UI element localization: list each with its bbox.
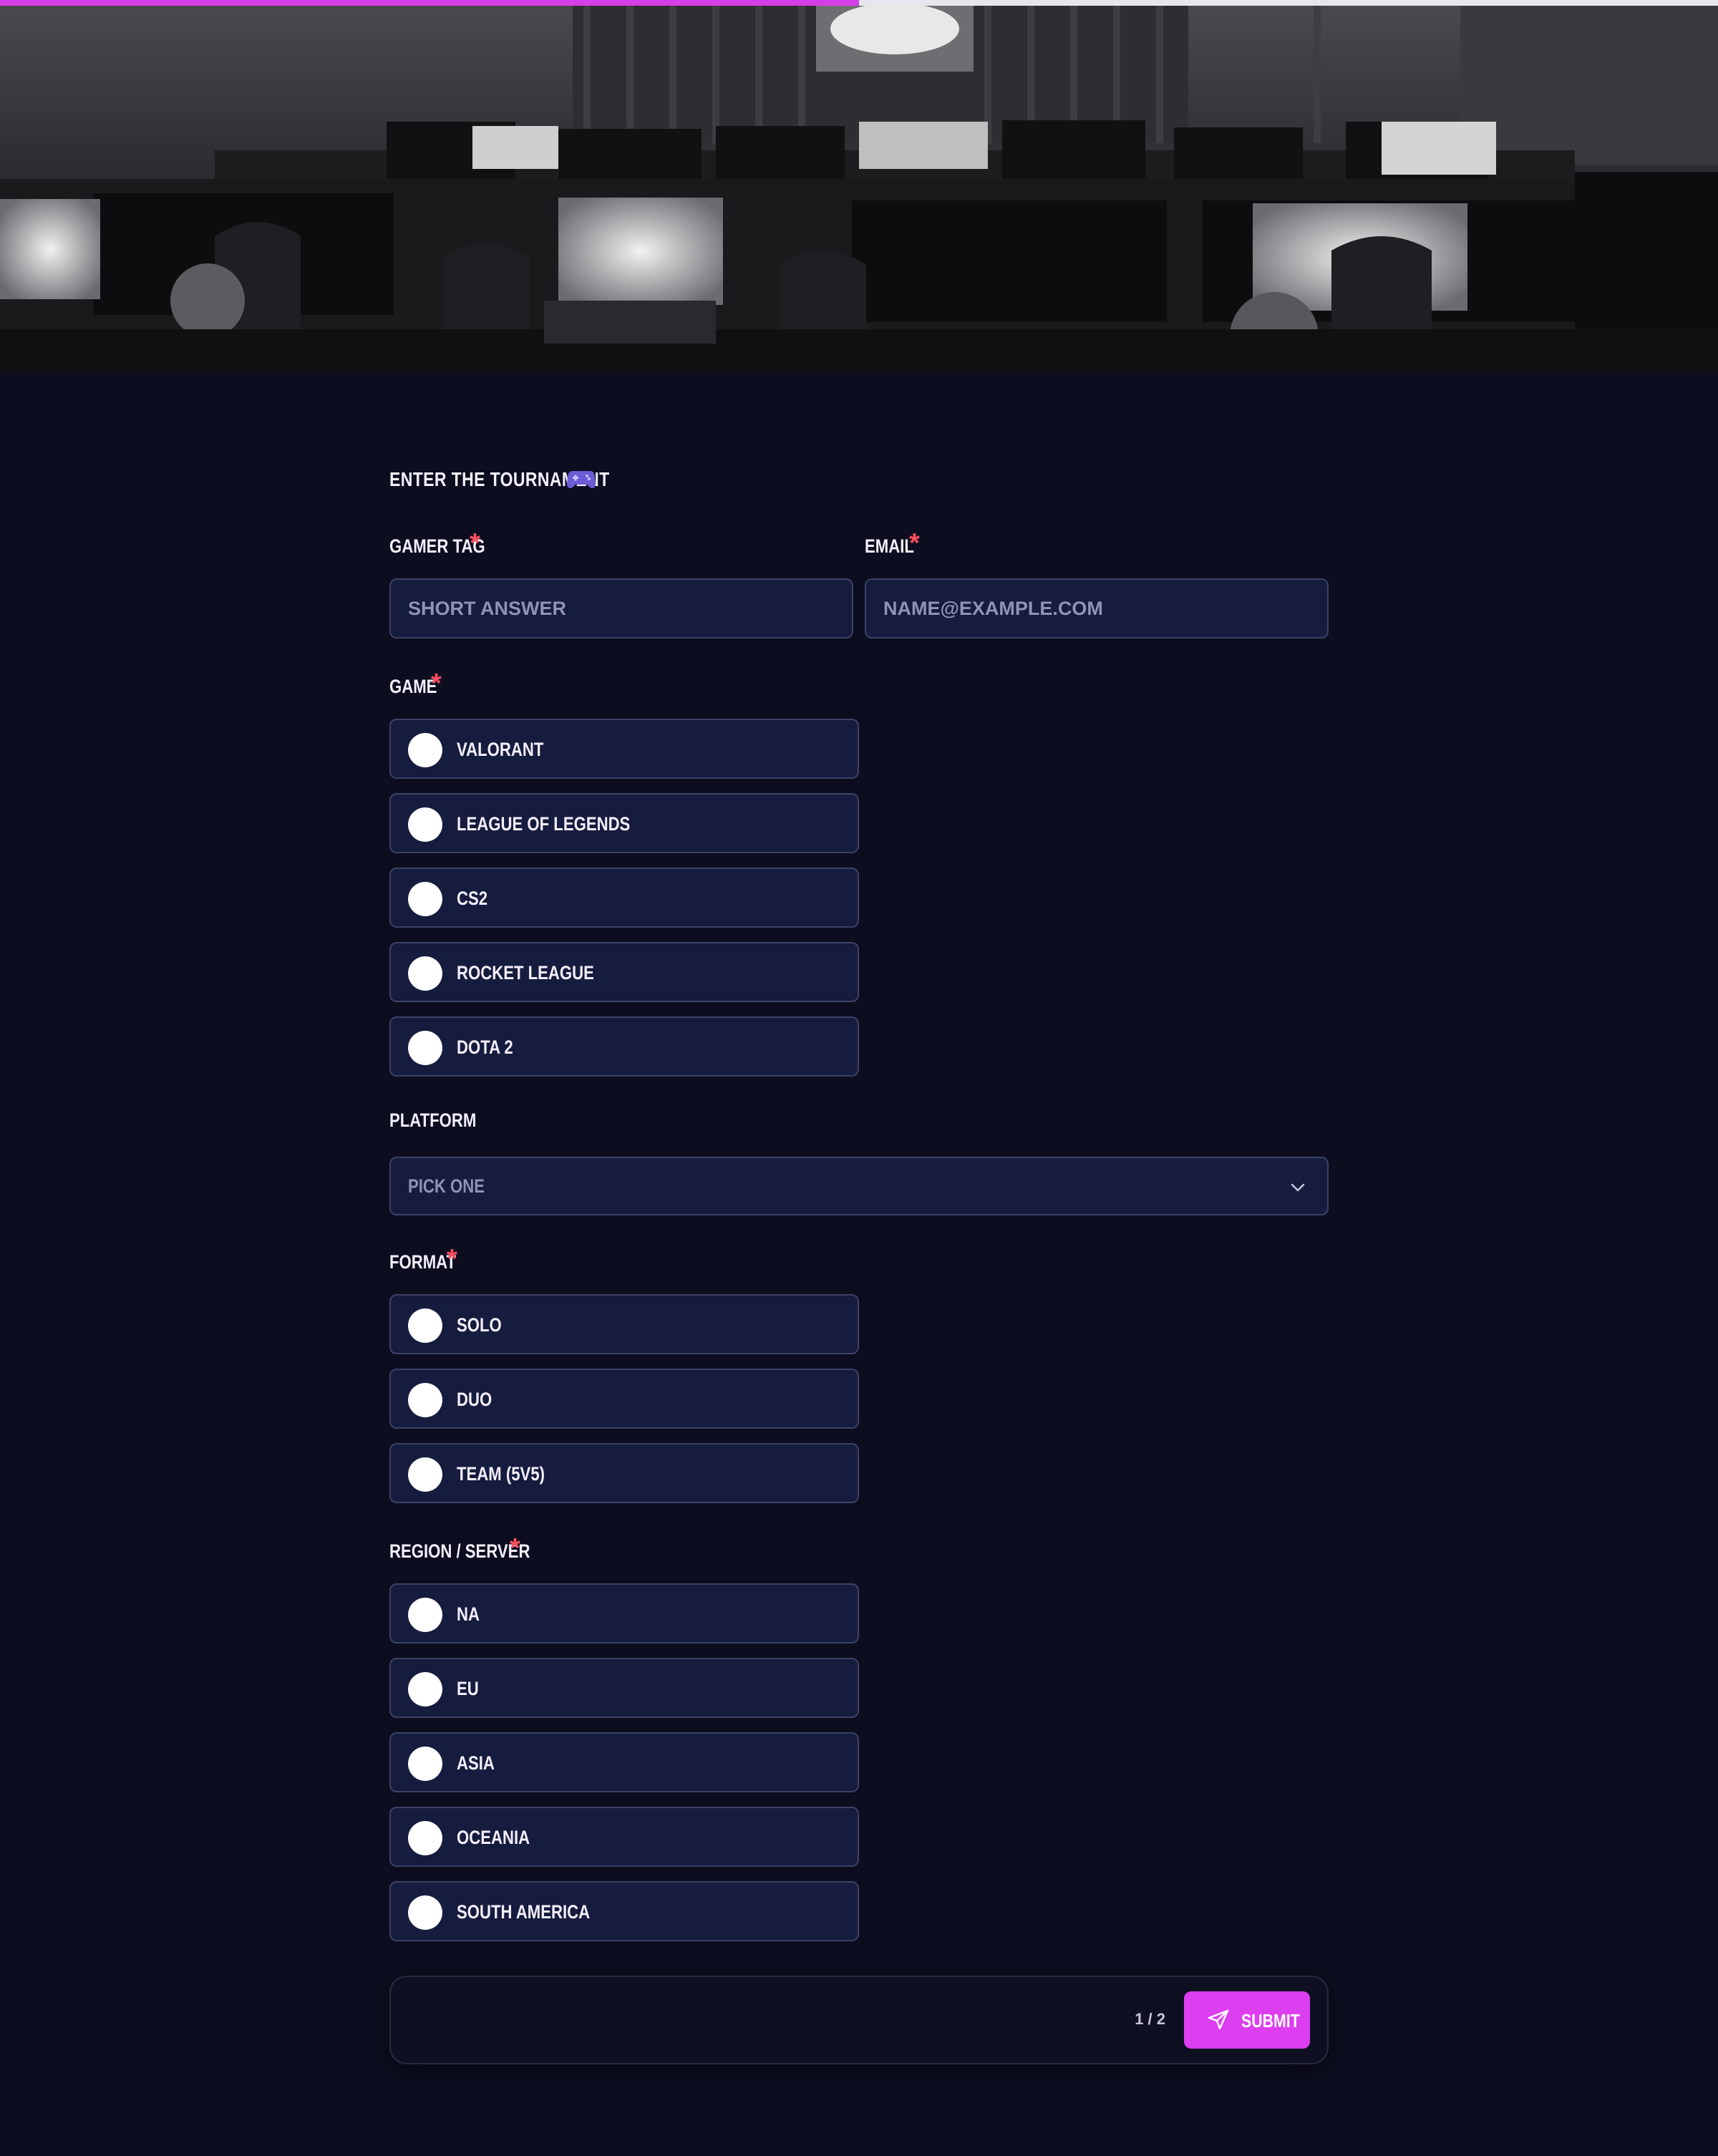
game-controller-icon (567, 471, 596, 488)
radio-option-label: SOLO (457, 1314, 502, 1336)
email-required-marker: * (909, 528, 920, 558)
region-option-asia[interactable]: ASIA (389, 1732, 859, 1792)
region-required-marker: * (510, 1533, 520, 1563)
page-indicator: 1 / 2 (1135, 2010, 1165, 2028)
game-label: GAME (389, 676, 437, 697)
radio-button[interactable] (408, 1895, 442, 1930)
region-option-south-america[interactable]: SOUTH AMERICA (389, 1881, 859, 1941)
game-required-marker: * (431, 669, 442, 699)
radio-option-label: LEAGUE OF LEGENDS (457, 813, 631, 835)
region-label: REGION / SERVER (389, 1540, 530, 1562)
radio-button[interactable] (408, 1383, 442, 1417)
platform-select-value: PICK ONE (408, 1175, 485, 1197)
form-footer-bar: 1 / 2 SUBMIT (389, 1976, 1329, 2064)
email-input[interactable] (865, 578, 1329, 638)
game-option-league-of-legends[interactable]: LEAGUE OF LEGENDS (389, 793, 859, 853)
radio-option-label: DOTA 2 (457, 1036, 513, 1058)
radio-button[interactable] (408, 733, 442, 767)
game-option-valorant[interactable]: VALORANT (389, 719, 859, 779)
radio-option-label: NA (457, 1603, 480, 1625)
gamer-tag-input[interactable] (389, 578, 853, 638)
hero-image (0, 0, 1718, 372)
region-option-eu[interactable]: EU (389, 1658, 859, 1718)
radio-option-label: EU (457, 1678, 479, 1699)
platform-label: PLATFORM (389, 1109, 477, 1131)
radio-button[interactable] (408, 1598, 442, 1632)
format-option-duo[interactable]: DUO (389, 1369, 859, 1429)
radio-option-label: TEAM (5V5) (457, 1463, 545, 1485)
radio-option-label: ASIA (457, 1752, 495, 1774)
format-required-marker: * (447, 1244, 457, 1274)
radio-button[interactable] (408, 882, 442, 916)
chevron-down-icon (1291, 1183, 1305, 1192)
radio-button[interactable] (408, 956, 442, 991)
radio-button[interactable] (408, 1747, 442, 1781)
radio-option-label: ROCKET LEAGUE (457, 962, 594, 984)
submit-button-label: SUBMIT (1241, 2010, 1300, 2031)
region-option-na[interactable]: NA (389, 1583, 859, 1643)
platform-select[interactable]: PICK ONE (389, 1157, 1329, 1215)
submit-button[interactable]: SUBMIT (1184, 1991, 1310, 2049)
radio-option-label: CS2 (457, 888, 488, 909)
form-progress-bar (0, 0, 1718, 6)
format-option-team-5v5[interactable]: TEAM (5V5) (389, 1443, 859, 1503)
game-option-cs2[interactable]: CS2 (389, 868, 859, 928)
radio-option-label: SOUTH AMERICA (457, 1901, 591, 1923)
send-icon (1208, 2009, 1229, 2030)
gaming-arena-photo (0, 0, 1718, 372)
radio-button[interactable] (408, 1821, 442, 1855)
progress-fill (0, 0, 859, 6)
game-option-rocket-league[interactable]: ROCKET LEAGUE (389, 942, 859, 1002)
format-option-solo[interactable]: SOLO (389, 1294, 859, 1354)
radio-option-label: OCEANIA (457, 1827, 530, 1848)
email-label: EMAIL (865, 535, 914, 557)
radio-button[interactable] (408, 807, 442, 842)
game-option-dota-2[interactable]: DOTA 2 (389, 1016, 859, 1077)
radio-option-label: DUO (457, 1389, 492, 1410)
gamer-tag-required-marker: * (470, 528, 480, 558)
region-option-oceania[interactable]: OCEANIA (389, 1807, 859, 1867)
radio-button[interactable] (408, 1457, 442, 1492)
radio-button[interactable] (408, 1031, 442, 1065)
radio-button[interactable] (408, 1308, 442, 1343)
radio-button[interactable] (408, 1672, 442, 1706)
radio-option-label: VALORANT (457, 739, 544, 760)
